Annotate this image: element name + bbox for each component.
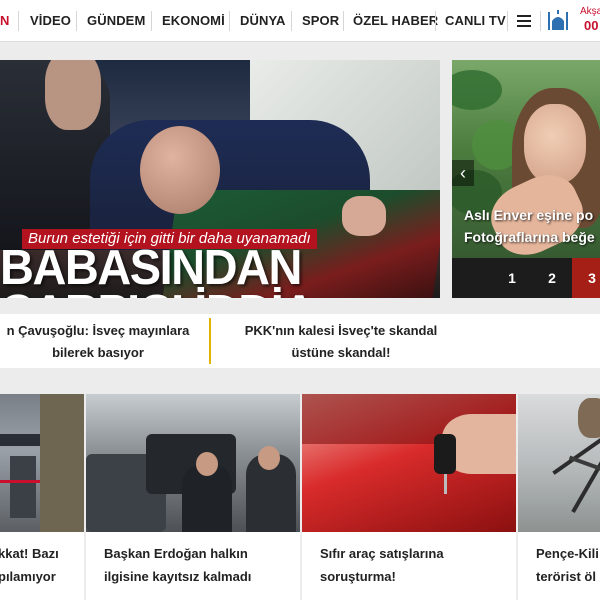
hero-headline-line2: ÇARPICI İDDİA [0,287,440,298]
card-title-line2: terörist öl [536,569,596,584]
prayer-time: 00 [584,18,599,33]
hero-photo-hand [342,196,386,236]
slider-title-line2: Fotoğraflarına beğe [464,229,595,245]
card-title: kkat! Bazı pılamıyor [0,542,59,588]
nav-divider [151,11,152,31]
card-title-line2: ilgisine kayıtsız kalmadı [104,569,252,584]
card-title-line2: pılamıyor [0,569,56,584]
card-title-line1: Başkan Erdoğan halkın [104,546,248,561]
side-slider[interactable]: ‹ Aslı Enver eşine po Fotoğraflarına beğ… [452,60,600,298]
news-card[interactable]: Pençe-Kili terörist öl [518,394,600,600]
main-nav: N VİDEO GÜNDEM EKONOMİ DÜNYA SPOR ÖZEL H… [0,0,600,42]
nav-item-spor[interactable]: SPOR [302,0,339,42]
nav-divider [343,11,344,31]
nav-item-ekonomi[interactable]: EKONOMİ [162,0,225,42]
mosque-icon [548,10,568,30]
card-title-line1: Sıfır araç satışlarına [320,546,444,561]
ticker-item-line1: n Çavuşoğlu: İsveç mayınlara [6,323,190,338]
slider-pager: 1 2 3 [452,258,600,298]
card-title: Başkan Erdoğan halkın ilgisine kayıtsız … [104,542,251,588]
nav-divider [229,11,230,31]
slider-title: Aslı Enver eşine po Fotoğraflarına beğe [464,204,600,248]
card-image [0,394,84,532]
chevron-left-icon[interactable]: ‹ [452,160,474,186]
nav-divider [76,11,77,31]
nav-item-dunya[interactable]: DÜNYA [240,0,286,42]
card-title-line2: soruşturma! [320,569,396,584]
nav-divider [540,11,541,31]
card-title-line1: kkat! Bazı [0,546,59,561]
hero-headline: BABASINDAN ÇARPICI İDDİA [0,242,440,298]
prayer-label: Akşa [580,6,600,17]
nav-item-ozel-haber[interactable]: ÖZEL HABER [353,0,438,42]
ticker-item-line1: PKK'nın kalesi İsveç'te skandal [244,323,438,338]
news-card[interactable]: Sıfır araç satışlarına soruşturma! [302,394,516,600]
ticker-divider [209,318,211,364]
slider-photo-face [524,104,586,184]
ticker-item-line2: bilerek basıyor [52,345,144,360]
slider-title-line1: Aslı Enver eşine po [464,207,594,223]
news-homepage: N VİDEO GÜNDEM EKONOMİ DÜNYA SPOR ÖZEL H… [0,0,600,600]
menu-icon[interactable] [517,15,531,27]
card-image [518,394,600,532]
pager-2[interactable]: 2 [532,258,572,298]
nav-item-canli-tv[interactable]: CANLI TV [445,0,506,42]
hero-photo-head [140,126,220,214]
ticker-item-line2: üstüne skandal! [291,345,391,360]
pager-1[interactable]: 1 [492,258,532,298]
nav-item-partial[interactable]: N [0,0,10,42]
card-title: Sıfır araç satışlarına soruşturma! [320,542,444,588]
pager-3[interactable]: 3 [572,258,600,298]
hero-story[interactable]: Burun estetiği için gitti bir daha uyana… [0,60,440,298]
card-title-line1: Pençe-Kili [536,546,599,561]
headline-ticker: n Çavuşoğlu: İsveç mayınlara bilerek bas… [0,314,600,368]
card-title: Pençe-Kili terörist öl [536,542,599,588]
hero-photo-face [45,60,101,130]
ticker-item[interactable]: PKK'nın kalesi İsveç'te skandal üstüne s… [226,320,456,364]
nav-divider [435,11,436,31]
nav-divider [18,11,19,31]
nav-item-video[interactable]: VİDEO [30,0,71,42]
card-image [302,394,516,532]
nav-divider [507,11,508,31]
news-card[interactable]: kkat! Bazı pılamıyor [0,394,84,600]
news-card[interactable]: Başkan Erdoğan halkın ilgisine kayıtsız … [86,394,300,600]
card-image [86,394,300,532]
nav-divider [291,11,292,31]
nav-item-gundem[interactable]: GÜNDEM [87,0,145,42]
ticker-item[interactable]: n Çavuşoğlu: İsveç mayınlara bilerek bas… [0,320,202,364]
